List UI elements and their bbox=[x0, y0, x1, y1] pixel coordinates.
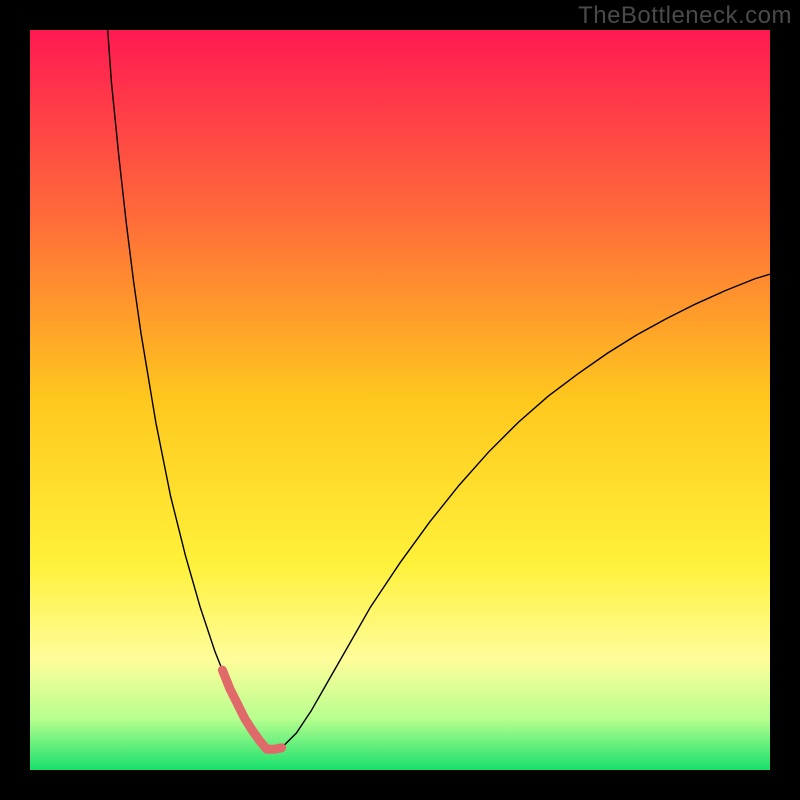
chart-svg bbox=[30, 30, 770, 770]
gradient-background bbox=[30, 30, 770, 770]
chart-container: TheBottleneck.com bbox=[0, 0, 800, 800]
watermark-text: TheBottleneck.com bbox=[578, 2, 792, 30]
plot-area bbox=[30, 30, 770, 770]
